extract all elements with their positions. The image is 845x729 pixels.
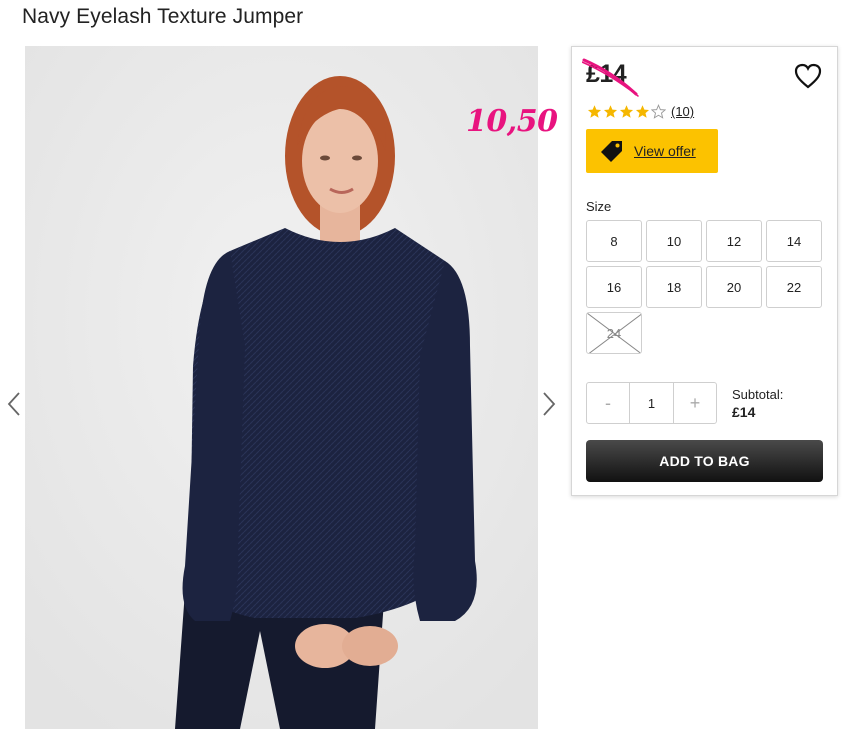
previous-image-button[interactable] — [2, 388, 26, 420]
heart-icon — [794, 63, 822, 89]
view-offer-button[interactable]: View offer — [586, 129, 718, 173]
size-option-12[interactable]: 12 — [706, 220, 762, 262]
product-rating: (10) — [587, 104, 694, 119]
quantity-value[interactable]: 1 — [629, 383, 674, 423]
size-option-10[interactable]: 10 — [646, 220, 702, 262]
price-strikethrough-mark — [582, 58, 639, 97]
quantity-stepper: - 1 + — [586, 382, 717, 424]
chevron-left-icon — [7, 392, 20, 416]
star-icon — [619, 105, 634, 118]
view-offer-label: View offer — [634, 143, 696, 159]
size-option-14[interactable]: 14 — [766, 220, 822, 262]
purchase-panel: £14 (10) View offer Size 8 10 12 14 16 1… — [571, 46, 838, 496]
price-block: £14 — [582, 58, 639, 97]
star-empty-icon — [651, 104, 666, 119]
star-icon — [587, 105, 602, 118]
wishlist-button[interactable] — [794, 63, 824, 91]
subtotal-label: Subtotal: — [732, 387, 784, 402]
size-option-20[interactable]: 20 — [706, 266, 762, 308]
star-icon — [635, 105, 650, 118]
add-to-bag-button[interactable]: ADD TO BAG — [586, 440, 823, 482]
size-label: Size — [586, 199, 612, 214]
size-option-label: 24 — [606, 325, 622, 341]
chevron-right-icon — [543, 392, 556, 416]
quantity-decrease-button[interactable]: - — [587, 383, 629, 423]
product-title: Navy Eyelash Texture Jumper — [22, 5, 304, 28]
subtotal-value: £14 — [732, 404, 756, 420]
size-option-18[interactable]: 18 — [646, 266, 702, 308]
size-option-8[interactable]: 8 — [586, 220, 642, 262]
star-icon — [603, 105, 618, 118]
quantity-increase-button[interactable]: + — [674, 383, 716, 423]
handwritten-price-annotation: 10,50 — [466, 104, 558, 139]
next-image-button[interactable] — [537, 388, 561, 420]
price-tag-icon — [601, 141, 622, 162]
model-photo — [25, 46, 538, 729]
size-option-16[interactable]: 16 — [586, 266, 642, 308]
size-option-24-unavailable: 24 — [586, 312, 642, 354]
size-option-22[interactable]: 22 — [766, 266, 822, 308]
review-count-link[interactable]: (10) — [671, 104, 694, 119]
product-image — [25, 46, 538, 729]
